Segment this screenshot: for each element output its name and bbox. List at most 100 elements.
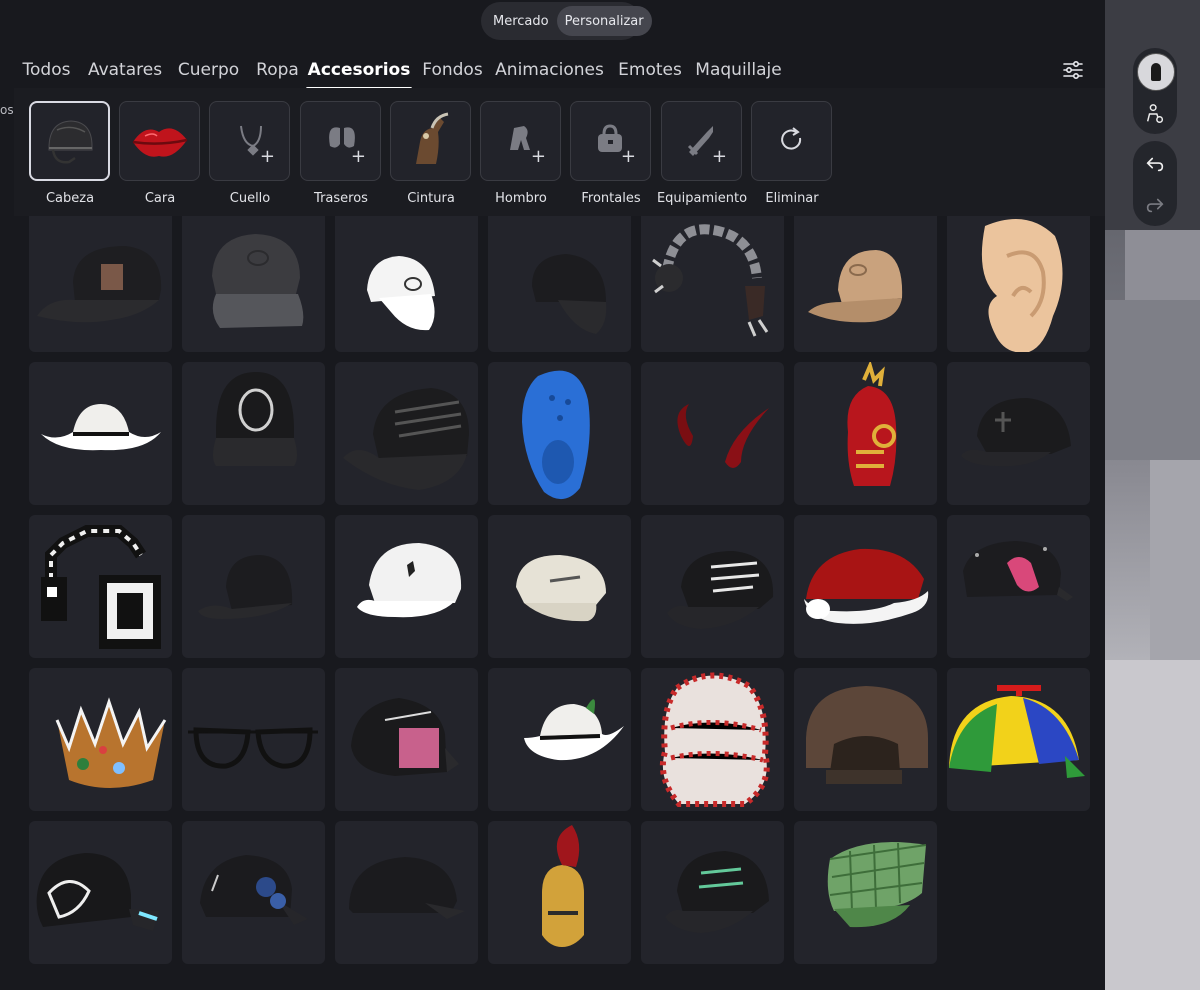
customize-panel: Mercado Personalizar Todos Avatares Cuer… bbox=[0, 0, 1105, 990]
item-tile[interactable] bbox=[488, 821, 631, 964]
tab-emotes[interactable]: Emotes bbox=[618, 50, 682, 90]
redo-icon bbox=[1146, 198, 1164, 213]
brown-cap-back-icon bbox=[806, 686, 928, 784]
black-cap-green-text-icon bbox=[665, 851, 769, 933]
subcat-label-cintura: Cintura bbox=[407, 191, 455, 206]
ear-icon bbox=[981, 219, 1063, 352]
pixel-headphones-icon bbox=[41, 525, 161, 649]
item-tile[interactable] bbox=[29, 216, 172, 352]
tab-avatares[interactable]: Avatares bbox=[88, 50, 162, 90]
customize-toggle[interactable]: Personalizar bbox=[556, 6, 652, 36]
tab-ropa[interactable]: Ropa bbox=[256, 50, 299, 90]
tab-animaciones[interactable]: Animaciones bbox=[495, 50, 604, 90]
item-tile[interactable] bbox=[488, 515, 631, 658]
green-plaid-cap-icon bbox=[827, 842, 927, 928]
avatar-thumbnail[interactable] bbox=[1137, 53, 1175, 91]
item-tile[interactable] bbox=[947, 216, 1090, 352]
item-tile[interactable] bbox=[182, 515, 325, 658]
item-tile[interactable] bbox=[488, 216, 631, 352]
item-tile[interactable] bbox=[641, 668, 784, 811]
redo-button[interactable] bbox=[1141, 191, 1169, 219]
item-tile[interactable] bbox=[29, 515, 172, 658]
white-cap-horse-icon bbox=[357, 543, 462, 618]
item-tile[interactable] bbox=[182, 821, 325, 964]
item-tile[interactable] bbox=[182, 668, 325, 811]
item-tile[interactable] bbox=[641, 821, 784, 964]
item-tile[interactable] bbox=[641, 362, 784, 505]
chain-headphones-icon bbox=[652, 224, 769, 337]
subcat-label-frontales: Frontales bbox=[581, 191, 641, 206]
gingerbread-crown-icon bbox=[55, 697, 167, 788]
spartan-helmet-icon bbox=[542, 825, 584, 947]
item-tile[interactable] bbox=[794, 362, 937, 505]
item-tile[interactable] bbox=[794, 515, 937, 658]
black-cap-angel-icon bbox=[36, 853, 159, 931]
item-tile[interactable] bbox=[488, 362, 631, 505]
subcat-cintura[interactable] bbox=[390, 101, 471, 181]
add-icon: + bbox=[259, 146, 275, 167]
item-tile[interactable] bbox=[29, 668, 172, 811]
sad-boyz-cap-icon bbox=[351, 698, 459, 776]
tab-accesorios[interactable]: Accesorios bbox=[306, 50, 412, 90]
red-horns-icon bbox=[677, 404, 769, 468]
tab-cuerpo[interactable]: Cuerpo bbox=[178, 50, 239, 90]
refresh-icon bbox=[780, 127, 801, 150]
item-tile[interactable] bbox=[794, 216, 937, 352]
essence-cap-icon bbox=[516, 555, 606, 622]
subcat-equipamiento[interactable]: + bbox=[661, 101, 742, 181]
white-cowboy-hat-icon bbox=[41, 404, 161, 451]
tan-cap-icon bbox=[808, 250, 903, 323]
add-icon: + bbox=[711, 146, 727, 167]
tab-fondos[interactable]: Fondos bbox=[422, 50, 482, 90]
black-cap-back-icon bbox=[198, 555, 293, 619]
item-tile[interactable] bbox=[335, 821, 478, 964]
undo-button[interactable] bbox=[1141, 150, 1169, 178]
item-tile[interactable] bbox=[29, 362, 172, 505]
knight-helmet-icon bbox=[847, 362, 897, 486]
subcat-cabeza[interactable] bbox=[29, 101, 110, 181]
tab-maquillaje[interactable]: Maquillaje bbox=[695, 50, 781, 90]
subcat-label-cabeza: Cabeza bbox=[45, 191, 95, 206]
subcat-cara[interactable] bbox=[119, 101, 200, 181]
item-tile[interactable] bbox=[947, 515, 1090, 658]
item-tile[interactable] bbox=[335, 515, 478, 658]
avatar-settings-button[interactable] bbox=[1141, 100, 1169, 128]
subcat-hombro[interactable]: + bbox=[480, 101, 561, 181]
black-cap-pink-logo-icon bbox=[963, 541, 1073, 601]
subcat-label-cara: Cara bbox=[144, 191, 176, 206]
add-icon: + bbox=[350, 146, 366, 167]
subcat-eliminar[interactable] bbox=[751, 101, 832, 181]
item-tile[interactable] bbox=[641, 216, 784, 352]
item-tile[interactable] bbox=[641, 515, 784, 658]
subcat-label-hombro: Hombro bbox=[495, 191, 547, 206]
subcat-cuello[interactable]: + bbox=[209, 101, 290, 181]
person-gear-icon bbox=[1146, 104, 1164, 123]
tab-todos[interactable]: Todos bbox=[23, 50, 71, 90]
item-tile[interactable] bbox=[29, 821, 172, 964]
item-tile[interactable] bbox=[182, 216, 325, 352]
add-icon: + bbox=[620, 146, 636, 167]
item-tile[interactable] bbox=[794, 821, 937, 964]
mode-switch: Mercado Personalizar bbox=[481, 2, 652, 40]
black-cap-circle-logo-icon bbox=[213, 372, 297, 466]
item-tile[interactable] bbox=[794, 668, 937, 811]
item-tile[interactable] bbox=[947, 362, 1090, 505]
subcat-frontales[interactable]: + bbox=[570, 101, 651, 181]
helmet-icon bbox=[48, 120, 92, 164]
item-tile[interactable] bbox=[182, 362, 325, 505]
item-tile[interactable] bbox=[335, 216, 478, 352]
subcat-label-eliminar: Eliminar bbox=[765, 191, 819, 206]
market-toggle[interactable]: Mercado bbox=[485, 6, 557, 36]
black-cap-patch-icon bbox=[37, 246, 162, 323]
item-tile[interactable] bbox=[335, 668, 478, 811]
item-tile[interactable] bbox=[335, 362, 478, 505]
item-tile[interactable] bbox=[488, 668, 631, 811]
item-tile[interactable] bbox=[947, 668, 1090, 811]
propeller-cap-icon bbox=[949, 685, 1085, 778]
aviator-glasses-icon bbox=[188, 727, 318, 769]
santa-hat-icon bbox=[804, 548, 929, 624]
undo-icon bbox=[1146, 157, 1164, 172]
filter-button[interactable] bbox=[1058, 56, 1088, 84]
category-tabs: Todos Avatares Cuerpo Ropa Accesorios Fo… bbox=[0, 50, 1105, 90]
subcat-traseros[interactable]: + bbox=[300, 101, 381, 181]
